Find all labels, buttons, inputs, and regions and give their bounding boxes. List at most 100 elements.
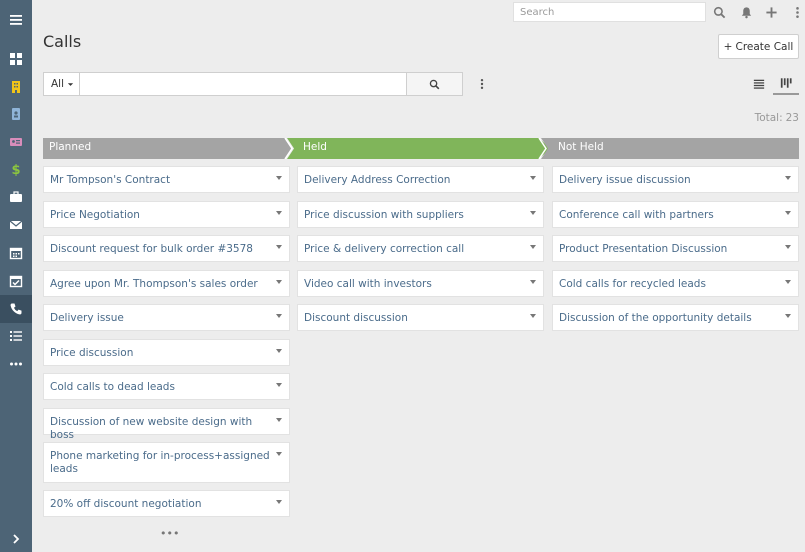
calendar-check-icon[interactable] [0,267,32,295]
sidebar: $ [0,0,32,552]
total-count: Total: 23 [752,112,799,124]
card-title[interactable]: Delivery issue discussion [559,174,691,186]
card-not-held[interactable]: Product Presentation Discussion [552,235,799,262]
plus-icon[interactable] [762,3,780,21]
card-held[interactable]: Discount discussion [297,304,544,331]
caret-down-icon[interactable] [276,211,282,215]
building-icon[interactable] [0,73,32,101]
card-planned[interactable]: Cold calls to dead leads [43,373,290,400]
card-held[interactable]: Video call with investors [297,270,544,297]
card-planned[interactable]: Discussion of new website design with bo… [43,408,290,441]
card-planned[interactable]: 20% off discount negotiation [43,490,290,517]
kanban-header: Planned Held Not Held [43,138,799,159]
card-title[interactable]: Mr Tompson's Contract [50,174,170,186]
page-title: Calls [43,32,82,51]
briefcase-icon[interactable] [0,183,32,211]
show-more-button[interactable]: ••• [160,527,179,540]
menu-icon[interactable] [0,6,32,34]
svg-text:$: $ [11,163,20,176]
caret-down-icon[interactable] [785,211,791,215]
card-not-held[interactable]: Discussion of the opportunity details [552,304,799,331]
more-icon[interactable] [0,350,32,378]
caret-down-icon[interactable] [276,314,282,318]
filter-search-input[interactable] [79,72,407,96]
card-title[interactable]: Conference call with partners [559,209,714,221]
total-label: Total: [754,112,783,124]
card-not-held[interactable]: Cold calls for recycled leads [552,270,799,297]
card-title[interactable]: Discussion of new website design with bo… [50,416,252,441]
card-title[interactable]: Discussion of the opportunity details [559,312,752,324]
card-title[interactable]: Price Negotiation [50,209,140,221]
search-icon [429,79,440,89]
create-call-label: Create Call [735,40,794,53]
caret-down-icon[interactable] [276,383,282,387]
card-title[interactable]: Discount request for bulk order #3578 [50,243,253,255]
caret-down-icon[interactable] [785,280,791,284]
card-title[interactable]: Price & delivery correction call [304,243,464,255]
caret-down-icon[interactable] [785,176,791,180]
card-planned[interactable]: Price discussion [43,339,290,366]
card-not-held[interactable]: Conference call with partners [552,201,799,228]
column-title-planned: Planned [49,141,92,153]
caret-down-icon[interactable] [530,245,536,249]
kebab-menu-icon[interactable] [788,3,805,21]
card-title[interactable]: Cold calls to dead leads [50,381,175,393]
card-title[interactable]: Agree upon Mr. Thompson's sales order [50,278,258,290]
search-icon[interactable] [710,3,728,21]
card-planned[interactable]: Agree upon Mr. Thompson's sales order [43,270,290,297]
caret-down-icon[interactable] [276,245,282,249]
card-planned[interactable]: Mr Tompson's Contract [43,166,290,193]
caret-down-icon[interactable] [530,314,536,318]
contact-book-icon[interactable] [0,100,32,128]
filter-options-kebab-icon[interactable] [474,76,490,92]
card-title[interactable]: Video call with investors [304,278,432,290]
bell-icon[interactable] [737,3,755,21]
card-planned[interactable]: Phone marketing for in-process+assigned … [43,442,290,483]
card-not-held[interactable]: Delivery issue discussion [552,166,799,193]
filter-search-button[interactable] [406,72,463,96]
create-call-button[interactable]: + Create Call [718,34,799,59]
card-planned[interactable]: Price Negotiation [43,201,290,228]
caret-down-icon[interactable] [785,245,791,249]
column-title-not-held: Not Held [558,141,604,153]
scope-dropdown[interactable]: All [43,72,80,96]
card-title[interactable]: Price discussion [50,347,133,359]
dashboard-icon[interactable] [0,45,32,73]
card-planned[interactable]: Discount request for bulk order #3578 [43,235,290,262]
card-held[interactable]: Price discussion with suppliers [297,201,544,228]
chevron-right-icon[interactable] [0,526,32,552]
caret-down-icon[interactable] [276,176,282,180]
task-list-icon[interactable] [0,322,32,350]
caret-down-icon[interactable] [276,418,282,422]
list-view-icon[interactable] [750,75,768,93]
card-title[interactable]: Product Presentation Discussion [559,243,727,255]
card-held[interactable]: Price & delivery correction call [297,235,544,262]
card-title[interactable]: 20% off discount negotiation [50,498,201,510]
card-title[interactable]: Delivery Address Correction [304,174,450,186]
id-card-icon[interactable] [0,128,32,156]
plus-icon: + [723,40,733,53]
phone-icon[interactable] [0,295,32,323]
caret-down-icon[interactable] [276,500,282,504]
card-title[interactable]: Cold calls for recycled leads [559,278,706,290]
scope-label: All [51,78,65,90]
caret-down-icon[interactable] [530,176,536,180]
card-title[interactable]: Discount discussion [304,312,408,324]
caret-down-icon[interactable] [530,211,536,215]
calendar-icon[interactable] [0,239,32,267]
caret-down-icon[interactable] [530,280,536,284]
card-title[interactable]: Delivery issue [50,312,124,324]
envelope-icon[interactable] [0,211,32,239]
dollar-icon[interactable]: $ [0,155,32,183]
card-held[interactable]: Delivery Address Correction [297,166,544,193]
global-search-input[interactable] [513,2,706,22]
card-title[interactable]: Phone marketing for in-process+assigned … [50,450,270,475]
caret-down-icon[interactable] [785,314,791,318]
caret-down-icon [67,82,74,86]
caret-down-icon[interactable] [276,452,282,456]
kanban-view-icon[interactable] [773,73,799,95]
caret-down-icon[interactable] [276,349,282,353]
caret-down-icon[interactable] [276,280,282,284]
card-planned[interactable]: Delivery issue [43,304,290,331]
card-title[interactable]: Price discussion with suppliers [304,209,464,221]
